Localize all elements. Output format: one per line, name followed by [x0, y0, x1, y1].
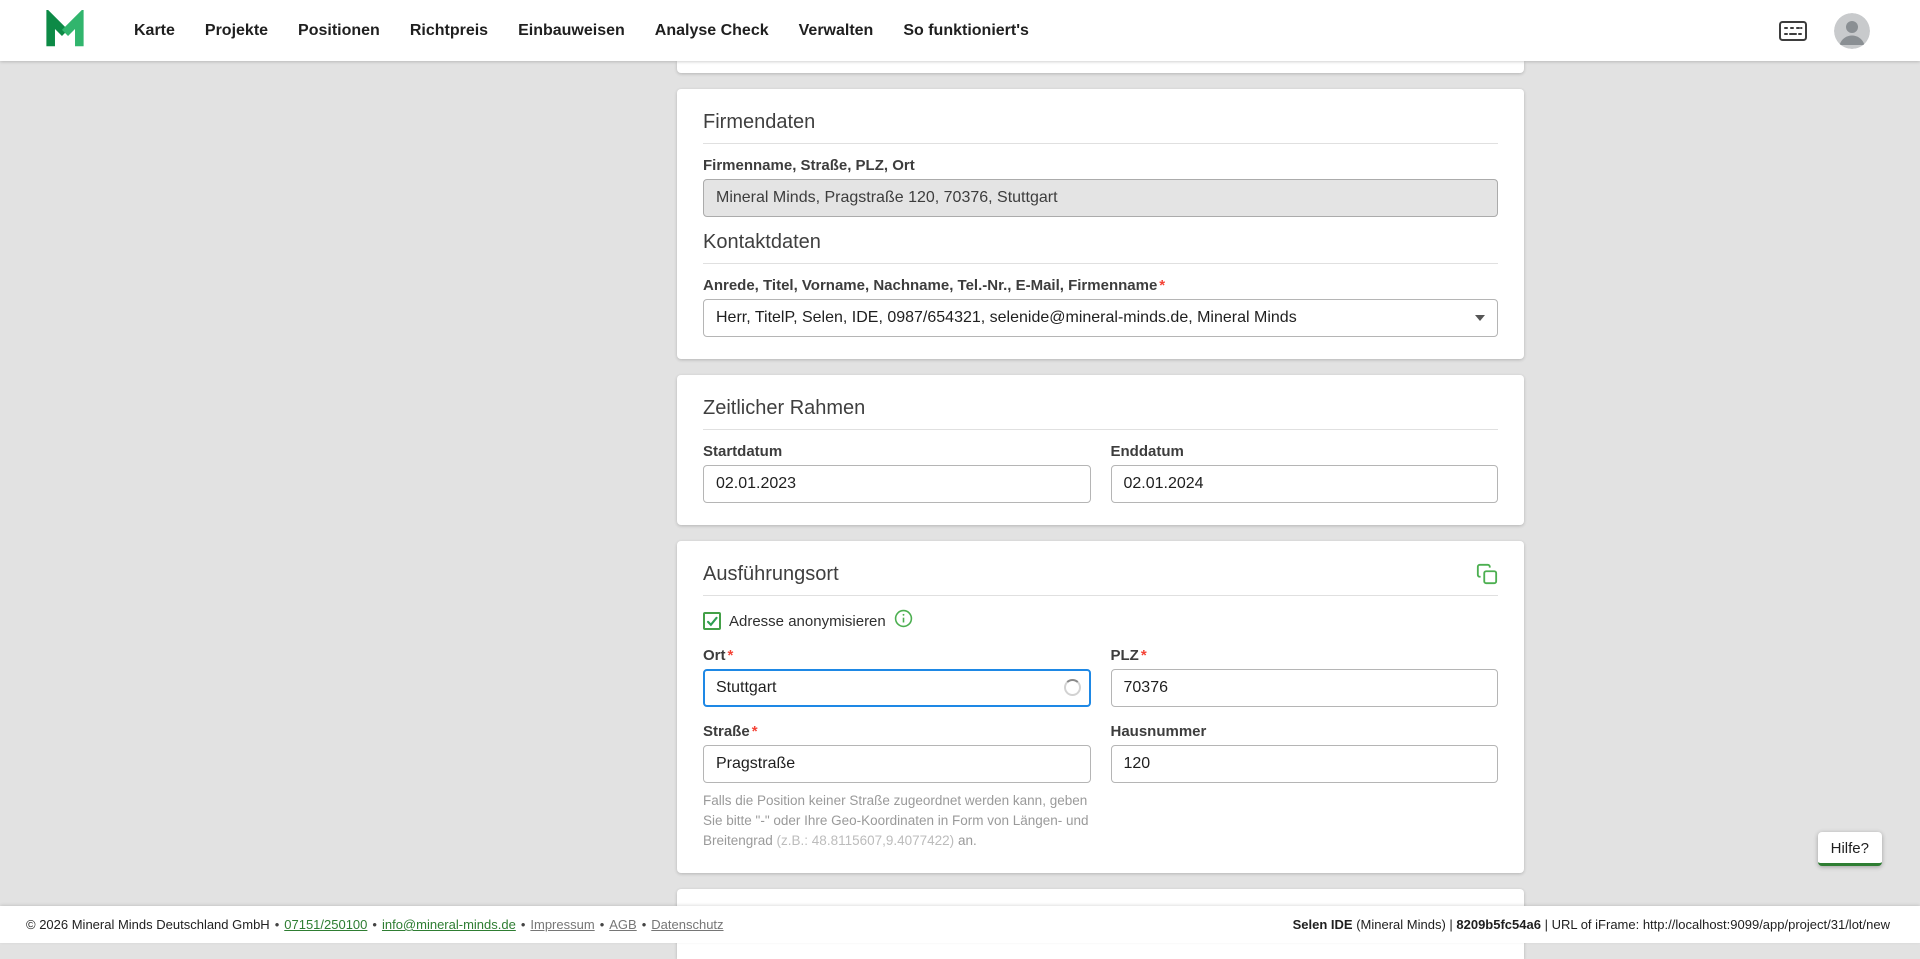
- company-summary-input[interactable]: [703, 179, 1498, 217]
- footer-separator: •: [600, 917, 605, 932]
- house-number-label: Hausnummer: [1111, 723, 1499, 740]
- anonymize-checkbox[interactable]: [703, 612, 721, 630]
- user-avatar[interactable]: [1834, 13, 1870, 49]
- footer-separator: •: [642, 917, 647, 932]
- company-summary-label-text: Firmenname, Straße, PLZ, Ort: [703, 157, 915, 174]
- person-icon: [1834, 13, 1870, 49]
- checkmark-icon: [706, 615, 719, 628]
- end-date-label: Enddatum: [1111, 443, 1499, 460]
- company-data-card: Firmendaten Firmenname, Straße, PLZ, Ort…: [677, 89, 1524, 359]
- street-label-text: Straße: [703, 723, 750, 740]
- end-date-input[interactable]: [1111, 465, 1499, 503]
- divider: [703, 143, 1498, 144]
- required-asterisk: *: [752, 723, 758, 740]
- card-partial-top: [677, 61, 1524, 73]
- house-number-input[interactable]: [1111, 745, 1499, 783]
- section-title-ausfuehrungsort: Ausführungsort: [703, 563, 839, 585]
- info-icon[interactable]: [894, 609, 913, 633]
- city-field: Ort*: [703, 647, 1091, 707]
- nav-item-richtpreis[interactable]: Richtpreis: [410, 22, 488, 40]
- footer: © 2026 Mineral Minds Deutschland GmbH • …: [0, 906, 1920, 943]
- footer-status-text: Selen IDE (Mineral Minds) | 8209b5fc54a6…: [1293, 917, 1890, 932]
- footer-app-name: Selen IDE: [1293, 917, 1353, 932]
- city-label: Ort*: [703, 647, 1091, 664]
- street-label: Straße*: [703, 723, 1091, 740]
- city-input[interactable]: [703, 669, 1091, 707]
- street-hint: Falls die Position keiner Straße zugeord…: [703, 791, 1091, 851]
- chevron-down-icon: [1475, 315, 1485, 321]
- nav-item-so-funktionierts[interactable]: So funktioniert's: [903, 22, 1029, 40]
- footer-left: © 2026 Mineral Minds Deutschland GmbH • …: [26, 917, 724, 932]
- nav-item-einbauweisen[interactable]: Einbauweisen: [518, 22, 625, 40]
- footer-separator: •: [372, 917, 377, 932]
- street-input[interactable]: [703, 745, 1091, 783]
- zip-field: PLZ*: [1111, 647, 1499, 707]
- app-logo[interactable]: [44, 9, 88, 53]
- main-nav-links: Karte Projekte Positionen Richtpreis Ein…: [134, 22, 1029, 40]
- street-field: Straße* Falls die Position keiner Straße…: [703, 723, 1091, 851]
- start-date-input[interactable]: [703, 465, 1091, 503]
- city-label-text: Ort: [703, 647, 726, 664]
- divider: [703, 263, 1498, 264]
- keyboard-icon[interactable]: [1778, 19, 1808, 43]
- anonymize-row: Adresse anonymisieren: [703, 609, 1498, 633]
- top-nav: Karte Projekte Positionen Richtpreis Ein…: [0, 0, 1920, 61]
- required-asterisk: *: [1141, 647, 1147, 664]
- section-title-kontaktdaten: Kontaktdaten: [703, 231, 1498, 253]
- divider: [703, 595, 1498, 596]
- house-number-field: Hausnummer: [1111, 723, 1499, 783]
- start-date-label: Startdatum: [703, 443, 1091, 460]
- section-title-firmendaten: Firmendaten: [703, 111, 1498, 133]
- footer-phone-link[interactable]: 07151/250100: [284, 917, 367, 932]
- end-date-field: Enddatum: [1111, 443, 1499, 503]
- contact-select-value: Herr, TitelP, Selen, IDE, 0987/654321, s…: [716, 309, 1297, 327]
- footer-separator: •: [275, 917, 280, 932]
- nav-right-actions: [1778, 13, 1870, 49]
- footer-datenschutz-link[interactable]: Datenschutz: [651, 917, 723, 932]
- nav-item-projekte[interactable]: Projekte: [205, 22, 268, 40]
- company-summary-label: Firmenname, Straße, PLZ, Ort: [703, 157, 1498, 174]
- contact-label-text: Anrede, Titel, Vorname, Nachname, Tel.-N…: [703, 277, 1157, 294]
- timeframe-card: Zeitlicher Rahmen Startdatum Enddatum: [677, 375, 1524, 525]
- section-title-zeitlicher-rahmen: Zeitlicher Rahmen: [703, 397, 1498, 419]
- copy-icon[interactable]: [1476, 563, 1498, 585]
- zip-label: PLZ*: [1111, 647, 1499, 664]
- required-asterisk: *: [728, 647, 734, 664]
- nav-item-analyse-check[interactable]: Analyse Check: [655, 22, 769, 40]
- footer-separator: •: [521, 917, 526, 932]
- footer-agb-link[interactable]: AGB: [609, 917, 636, 932]
- street-hint-example: (z.B.: 48.8115607,9.4077422): [777, 833, 955, 848]
- execution-location-card: Ausführungsort Adresse anonymisieren: [677, 541, 1524, 873]
- footer-email-link[interactable]: info@mineral-minds.de: [382, 917, 516, 932]
- footer-iframe-url: | URL of iFrame: http://localhost:9099/a…: [1541, 917, 1890, 932]
- logo-m-icon: [44, 10, 86, 52]
- loading-spinner-icon: [1064, 679, 1081, 696]
- anonymize-label: Adresse anonymisieren: [729, 613, 886, 630]
- required-asterisk: *: [1159, 277, 1165, 294]
- help-button[interactable]: Hilfe?: [1818, 832, 1882, 866]
- copyright-text: © 2026 Mineral Minds Deutschland GmbH: [26, 917, 270, 932]
- footer-impressum-link[interactable]: Impressum: [530, 917, 594, 932]
- zip-label-text: PLZ: [1111, 647, 1139, 664]
- footer-company: (Mineral Minds) |: [1353, 917, 1457, 932]
- nav-item-positionen[interactable]: Positionen: [298, 22, 380, 40]
- start-date-field: Startdatum: [703, 443, 1091, 503]
- form-column: Firmendaten Firmenname, Straße, PLZ, Ort…: [677, 61, 1524, 959]
- contact-select[interactable]: Herr, TitelP, Selen, IDE, 0987/654321, s…: [703, 299, 1498, 337]
- nav-item-karte[interactable]: Karte: [134, 22, 175, 40]
- street-hint-suffix: an.: [954, 833, 977, 848]
- zip-input[interactable]: [1111, 669, 1499, 707]
- nav-item-verwalten[interactable]: Verwalten: [799, 22, 874, 40]
- contact-label: Anrede, Titel, Vorname, Nachname, Tel.-N…: [703, 277, 1498, 294]
- divider: [703, 429, 1498, 430]
- footer-build-hash: 8209b5fc54a6: [1456, 917, 1541, 932]
